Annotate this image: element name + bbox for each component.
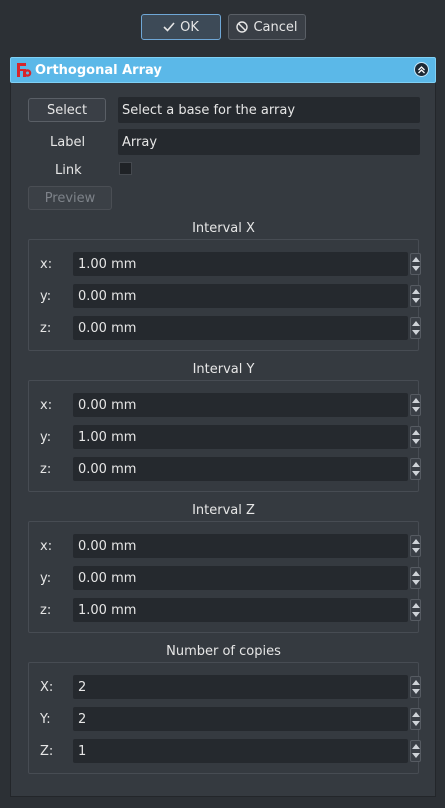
copies-z-label: Z:	[40, 744, 54, 759]
spinbox-arrows-icon[interactable]	[410, 676, 421, 698]
interval-x-x-input[interactable]: 1.00 mm	[73, 252, 421, 276]
spinbox-arrows-icon[interactable]	[410, 708, 421, 730]
interval-x-y-label: y:	[40, 289, 52, 304]
copies-group: X: 2 Y: 2 Z: 1	[28, 662, 421, 774]
interval-y-z-label: z:	[40, 462, 52, 477]
panel-header[interactable]: Orthogonal Array	[10, 57, 436, 83]
interval-z-x-value: 0.00 mm	[78, 538, 137, 554]
ok-button[interactable]: OK	[141, 14, 221, 40]
preview-button-label: Preview	[44, 190, 96, 206]
interval-z-y-input[interactable]: 0.00 mm	[73, 566, 421, 590]
spinbox-arrows-icon[interactable]	[410, 567, 421, 589]
spinbox-arrows-icon[interactable]	[410, 740, 421, 762]
spinbox-arrows-icon[interactable]	[410, 426, 421, 448]
interval-z-z-value: 1.00 mm	[78, 602, 137, 618]
interval-x-x-label: x:	[40, 257, 53, 272]
collapse-icon[interactable]	[414, 62, 429, 77]
copies-x-label: X:	[40, 680, 54, 695]
label-input[interactable]: Array	[118, 129, 420, 155]
select-button[interactable]: Select	[28, 98, 106, 122]
link-checkbox[interactable]	[119, 162, 132, 175]
interval-y-group: x: 0.00 mm y: 1.00 mm z: 0.00 mm	[28, 380, 421, 492]
interval-z-y-label: y:	[40, 571, 52, 586]
interval-z-title: Interval Z	[192, 503, 255, 518]
interval-y-x-value: 0.00 mm	[78, 397, 137, 413]
spinbox-arrows-icon[interactable]	[410, 253, 421, 275]
copies-title: Number of copies	[166, 644, 281, 659]
base-object-text: Select a base for the array	[122, 102, 296, 118]
copies-z-value: 1	[78, 743, 87, 759]
copies-y-input[interactable]: 2	[73, 707, 421, 731]
cancel-icon	[236, 21, 249, 33]
interval-z-z-label: z:	[40, 603, 52, 618]
copies-y-value: 2	[78, 711, 87, 727]
dialog-button-bar: OK Cancel	[0, 0, 445, 54]
label-caption: Label	[50, 135, 86, 150]
interval-x-z-input[interactable]: 0.00 mm	[73, 316, 421, 340]
ok-button-label: OK	[180, 19, 199, 35]
interval-y-x-label: x:	[40, 398, 53, 413]
interval-z-x-label: x:	[40, 539, 53, 554]
interval-z-group: x: 0.00 mm y: 0.00 mm z: 1.00 mm	[28, 521, 421, 633]
checkmark-icon	[163, 22, 175, 32]
interval-y-z-input[interactable]: 0.00 mm	[73, 457, 421, 481]
interval-z-x-input[interactable]: 0.00 mm	[73, 534, 421, 558]
link-caption: Link	[55, 163, 82, 178]
interval-x-x-value: 1.00 mm	[78, 256, 137, 272]
freecad-logo-icon	[16, 62, 32, 78]
interval-x-group: x: 1.00 mm y: 0.00 mm z: 0.00 mm	[28, 239, 421, 351]
spinbox-arrows-icon[interactable]	[410, 535, 421, 557]
interval-x-z-label: z:	[40, 321, 52, 336]
interval-y-x-input[interactable]: 0.00 mm	[73, 393, 421, 417]
interval-x-z-value: 0.00 mm	[78, 320, 137, 336]
interval-z-y-value: 0.00 mm	[78, 570, 137, 586]
preview-button[interactable]: Preview	[28, 186, 112, 210]
panel-title: Orthogonal Array	[35, 62, 162, 78]
interval-y-y-label: y:	[40, 430, 52, 445]
interval-y-y-input[interactable]: 1.00 mm	[73, 425, 421, 449]
base-object-field[interactable]: Select a base for the array	[118, 97, 420, 123]
cancel-button-label: Cancel	[253, 19, 298, 35]
spinbox-arrows-icon[interactable]	[410, 285, 421, 307]
spinbox-arrows-icon[interactable]	[410, 599, 421, 621]
cancel-button[interactable]: Cancel	[228, 14, 306, 40]
copies-x-value: 2	[78, 679, 87, 695]
interval-y-y-value: 1.00 mm	[78, 429, 137, 445]
spinbox-arrows-icon[interactable]	[410, 458, 421, 480]
copies-x-input[interactable]: 2	[73, 675, 421, 699]
interval-y-z-value: 0.00 mm	[78, 461, 137, 477]
spinbox-arrows-icon[interactable]	[410, 394, 421, 416]
select-button-label: Select	[46, 102, 88, 118]
spinbox-arrows-icon[interactable]	[410, 317, 421, 339]
copies-y-label: Y:	[40, 712, 51, 727]
copies-z-input[interactable]: 1	[73, 739, 421, 763]
interval-x-y-value: 0.00 mm	[78, 288, 137, 304]
label-input-value: Array	[122, 134, 158, 150]
interval-y-title: Interval Y	[192, 362, 255, 377]
interval-x-y-input[interactable]: 0.00 mm	[73, 284, 421, 308]
interval-x-title: Interval X	[192, 221, 255, 236]
interval-z-z-input[interactable]: 1.00 mm	[73, 598, 421, 622]
